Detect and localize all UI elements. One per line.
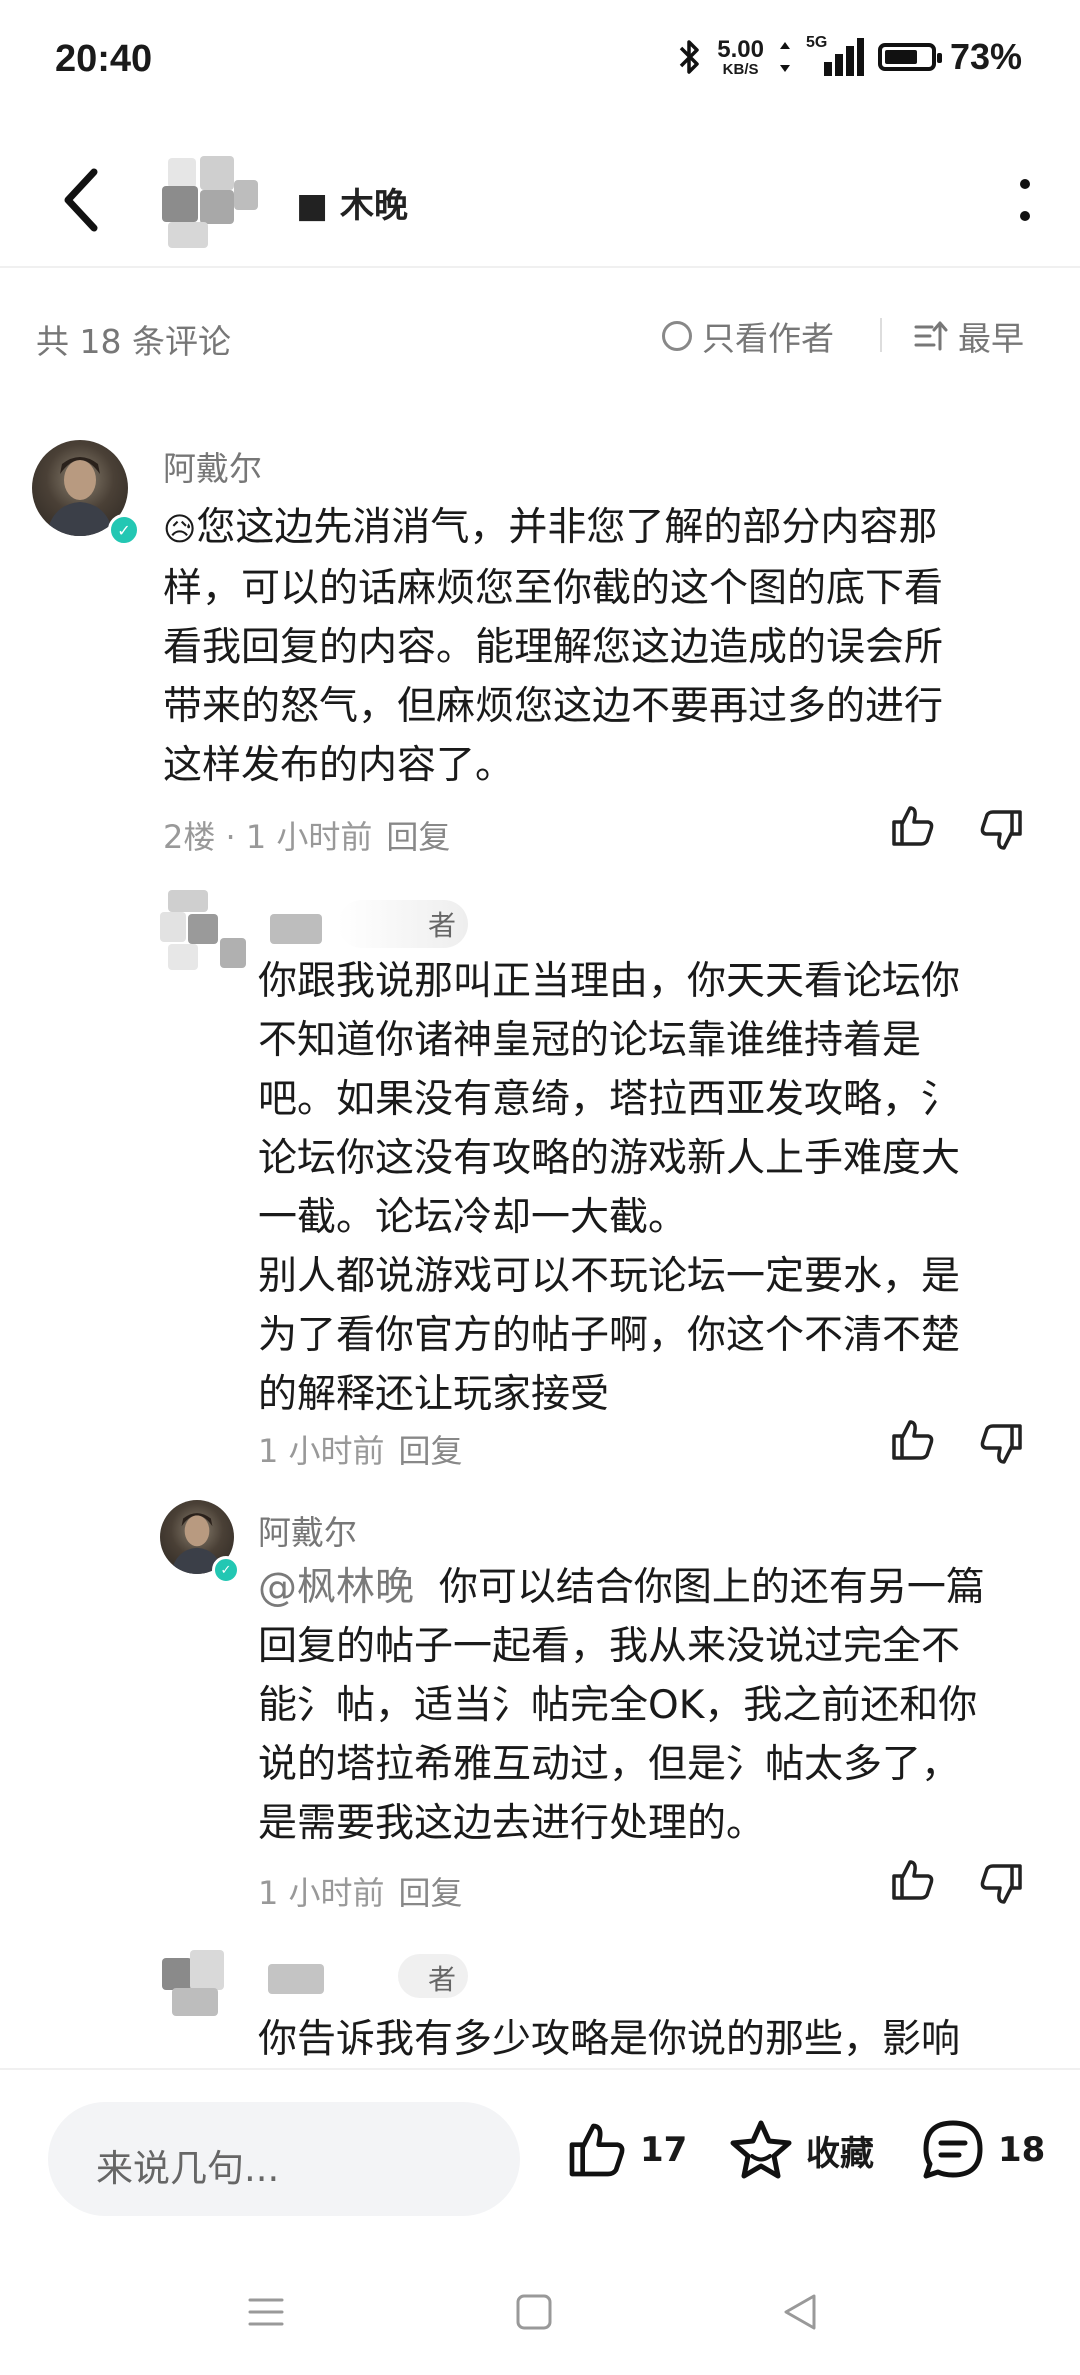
author-only-toggle[interactable]: 只看作者 [662, 312, 834, 360]
bluetooth-icon [679, 40, 699, 74]
avatar[interactable] [158, 1940, 250, 2020]
more-options-icon[interactable] [1010, 170, 1040, 230]
star-icon [730, 2120, 792, 2179]
comment-input[interactable]: 来说几句... [48, 2102, 520, 2216]
sort-icon [914, 321, 948, 351]
favorite-button[interactable]: 收藏 [728, 2118, 874, 2182]
home-icon[interactable] [514, 2292, 554, 2332]
header-title: ■ 木晚 [296, 186, 408, 226]
comment-text: 你告诉我有多少攻略是你说的那些，影响 [258, 2017, 961, 2062]
header: ■ 木晚 [0, 130, 1080, 268]
mention-link[interactable]: @枫林晚 [258, 1565, 414, 1610]
comment-meta: 2楼 · 1 小时前 回复 [163, 818, 451, 856]
back-arrow-icon[interactable] [52, 160, 112, 240]
author-only-label: 只看作者 [702, 319, 834, 358]
like-count: 17 [640, 2130, 688, 2170]
verified-badge-icon: ✓ [212, 1556, 240, 1584]
comment-count: 共 18 条评论 [36, 322, 231, 361]
reply-button[interactable]: 回复 [399, 1874, 463, 1912]
verified-badge-icon: ✓ [108, 514, 140, 546]
radio-icon[interactable] [662, 321, 692, 351]
sort-button[interactable]: 最早 [914, 312, 1024, 360]
thumbs-down-icon[interactable] [978, 1860, 1026, 1908]
reply-button[interactable]: 回复 [386, 818, 450, 856]
reply-button[interactable]: 回复 [399, 1432, 463, 1470]
net-speed: 5.00 KB/S [717, 35, 764, 78]
system-nav-bar [0, 2248, 1080, 2375]
header-avatar[interactable] [160, 148, 270, 253]
status-time: 20:40 [55, 38, 153, 80]
status-icons: 5.00 KB/S 5G 73% [677, 34, 1022, 78]
comment-text: 你跟我说那叫正当理由，你天天看论坛你 不知道你诸神皇冠的论坛靠谁维持着是 吧。如… [258, 959, 961, 1417]
comments-button[interactable]: 18 [920, 2118, 1045, 2182]
thumbs-up-icon[interactable] [888, 802, 936, 850]
menu-icon[interactable] [246, 2292, 286, 2332]
bottom-action-bar: 来说几句... 17 收藏 18 [0, 2068, 1080, 2250]
avatar[interactable] [158, 886, 250, 976]
thumbs-down-icon[interactable] [978, 1420, 1026, 1468]
data-arrows-icon [779, 42, 790, 72]
divider [880, 318, 882, 352]
comment-author[interactable]: 阿戴尔 [163, 442, 262, 490]
author-tag-text: 者 [428, 909, 457, 942]
battery-percent: 73% [949, 36, 1022, 77]
sad-face-emoji-icon: 😥 [163, 510, 197, 548]
comment-author[interactable]: 阿戴尔 [258, 1506, 357, 1554]
signal-5g-icon: 5G [806, 34, 864, 76]
author-tag-text: 者 [428, 1963, 457, 1996]
comment-bubble-icon [923, 2120, 983, 2179]
reply-item: 者 你跟我说那叫正当理由，你天天看论坛你 不知道你诸神皇冠的论坛靠谁维持着是 吧… [0, 880, 1080, 1480]
comment-count-badge: 18 [998, 2130, 1046, 2170]
comment-author[interactable] [270, 914, 322, 944]
comment-meta: 1 小时前 回复 [258, 1874, 463, 1912]
reply-item: 者 你告诉我有多少攻略是你说的那些，影响 [0, 1930, 1080, 2068]
comment-text: 😥您这边先消消气，并非您了解的部分内容那 样，可以的话麻烦您至你截的这个图的底下… [163, 505, 944, 788]
comment-author[interactable] [268, 1964, 324, 1994]
favorite-label: 收藏 [806, 2133, 874, 2174]
battery-icon [877, 43, 942, 71]
comment-text: @枫林晚 你可以结合你图上的还有另一篇 回复的帖子一起看，我从来没说过完全不 能… [258, 1565, 985, 1846]
back-triangle-icon[interactable] [780, 2290, 820, 2334]
comment-input-placeholder: 来说几句... [96, 2147, 280, 2190]
comment-item: ✓ 阿戴尔 😥您这边先消消气，并非您了解的部分内容那 样，可以的话麻烦您至你截的… [0, 430, 1080, 870]
reply-item: ✓ 阿戴尔 @枫林晚 你可以结合你图上的还有另一篇 回复的帖子一起看，我从来没说… [0, 1490, 1080, 1930]
thumbs-up-icon[interactable] [888, 1856, 936, 1904]
sort-label: 最早 [958, 319, 1024, 358]
thumbs-up-icon[interactable] [888, 1416, 936, 1464]
like-button[interactable]: 17 [564, 2118, 687, 2182]
thumbs-down-icon[interactable] [978, 806, 1026, 854]
thumbs-up-icon [569, 2123, 625, 2177]
comment-meta: 1 小时前 回复 [258, 1432, 463, 1470]
